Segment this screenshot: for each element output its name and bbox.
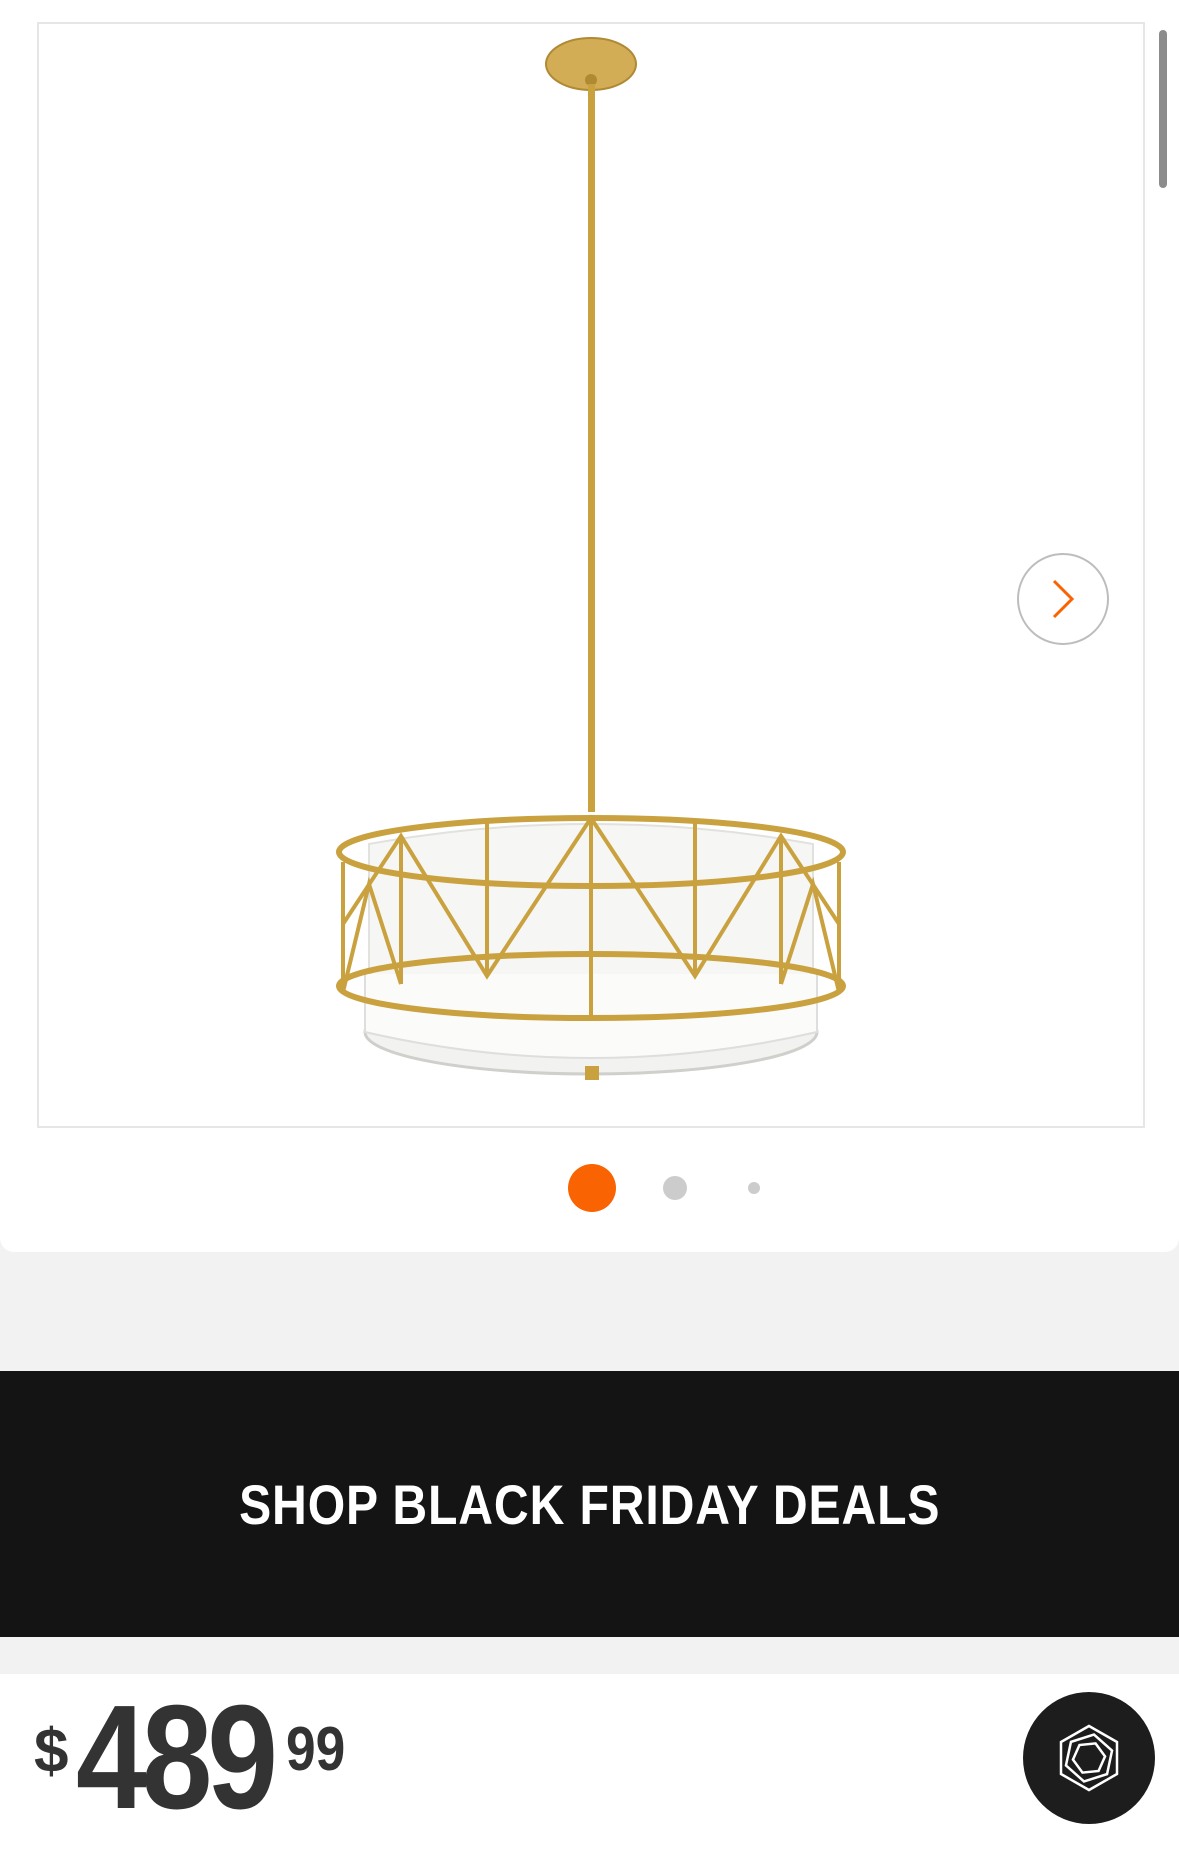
- chevron-right-icon: [1052, 579, 1075, 619]
- product-image[interactable]: [37, 22, 1145, 1128]
- carousel-dot-2[interactable]: [663, 1176, 687, 1200]
- price-card: $ 489 99: [0, 1674, 1179, 1874]
- carousel-pagination: [0, 1164, 1179, 1212]
- carousel-dot-3[interactable]: [748, 1182, 760, 1194]
- carousel-dot-1[interactable]: [568, 1164, 616, 1212]
- promo-banner-label: SHOP BLACK FRIDAY DEALS: [238, 1472, 941, 1536]
- black-friday-banner[interactable]: SHOP BLACK FRIDAY DEALS: [0, 1371, 1179, 1637]
- chat-assistant-button[interactable]: [1023, 1692, 1155, 1824]
- next-image-button[interactable]: [1017, 553, 1109, 645]
- price-cents: 99: [286, 1715, 346, 1784]
- pendant-light-illustration: [336, 37, 846, 1080]
- price-dollars: 489: [76, 1675, 278, 1840]
- scrollbar[interactable]: [1159, 30, 1167, 188]
- price-currency: $: [34, 1717, 69, 1786]
- product-media-card: [0, 0, 1179, 1252]
- hexagon-chat-icon: [1059, 1724, 1119, 1792]
